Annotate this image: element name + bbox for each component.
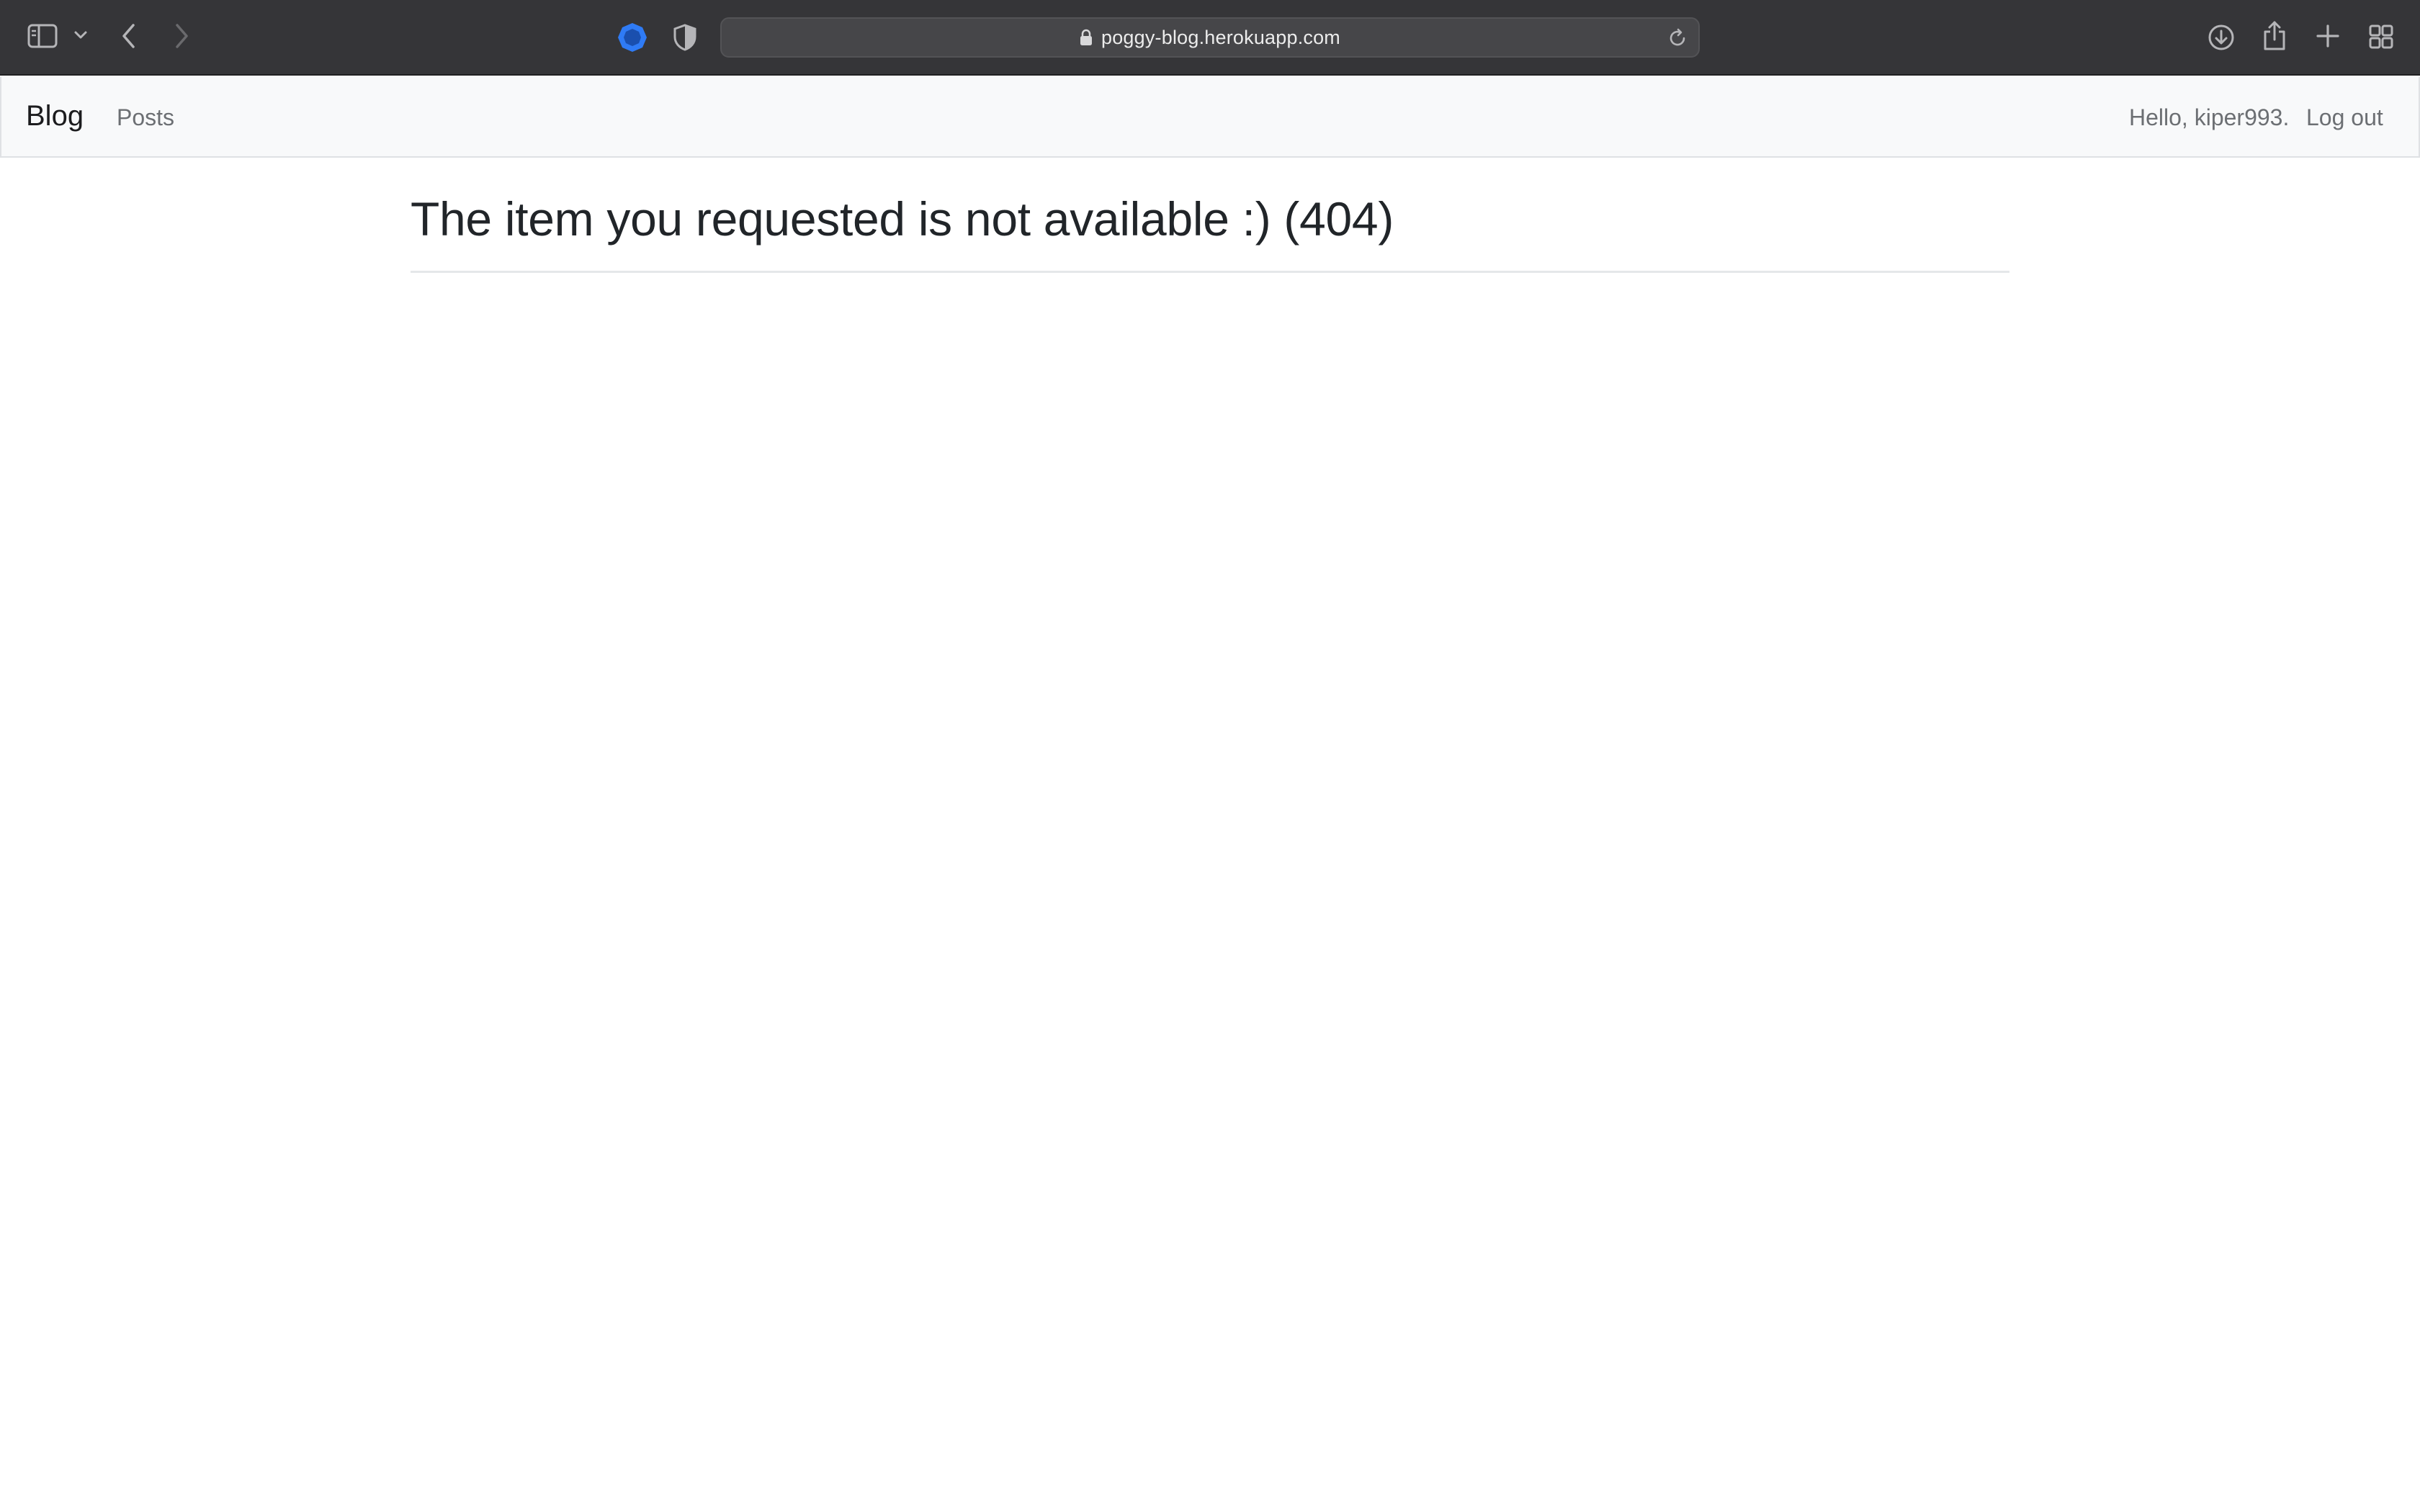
nav-link-posts[interactable]: Posts — [117, 104, 174, 131]
shield-icon[interactable] — [673, 23, 697, 52]
main-content: The item you requested is not available … — [411, 191, 2009, 274]
chevron-left-icon[interactable] — [121, 23, 137, 49]
sidebar-icon[interactable] — [27, 23, 58, 49]
chevron-right-icon[interactable] — [174, 23, 189, 49]
page-title: The item you requested is not available … — [411, 191, 2009, 274]
url-text: poggy-blog.herokuapp.com — [1101, 26, 1341, 48]
brand-link[interactable]: Blog — [26, 100, 84, 132]
reload-icon[interactable] — [1667, 27, 1688, 53]
share-icon[interactable] — [2262, 20, 2287, 52]
logout-link[interactable]: Log out — [2306, 104, 2383, 131]
site-navbar: Blog Posts Hello, kiper993. Log out — [0, 77, 2420, 158]
browser-toolbar: poggy-blog.herokuapp.com — [0, 0, 2420, 76]
tab-grid-icon[interactable] — [2368, 24, 2394, 50]
chevron-down-icon[interactable] — [73, 30, 88, 40]
download-icon[interactable] — [2207, 23, 2236, 52]
user-greeting: Hello, kiper993. — [2129, 104, 2290, 130]
lock-icon — [1080, 29, 1093, 46]
address-bar[interactable]: poggy-blog.herokuapp.com — [720, 17, 1700, 58]
extension-icon[interactable] — [617, 22, 648, 53]
plus-icon[interactable] — [2315, 23, 2341, 49]
